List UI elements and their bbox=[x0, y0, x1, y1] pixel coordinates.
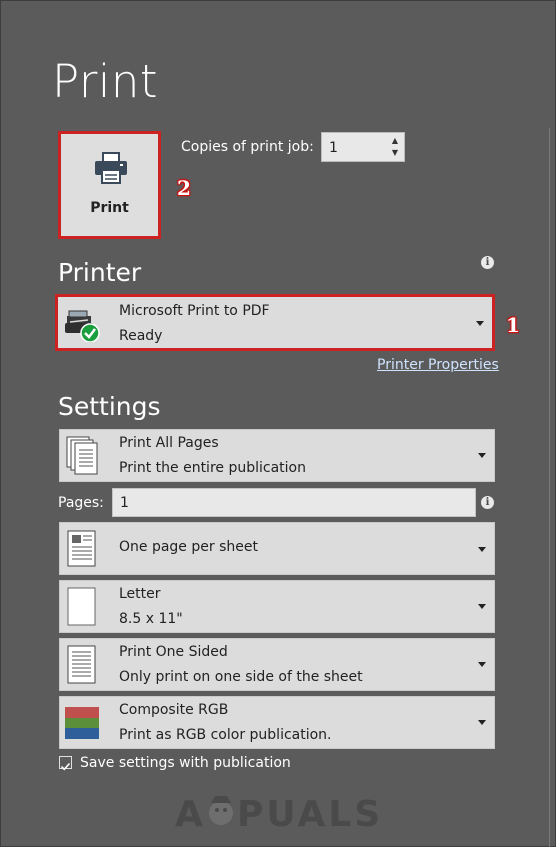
print-sides-select[interactable]: Print One Sided Only print on one side o… bbox=[59, 638, 495, 691]
paper-size-main: Letter bbox=[119, 586, 161, 602]
page-range-select[interactable]: Print All Pages Print the entire publica… bbox=[59, 429, 495, 482]
page-title: Print bbox=[52, 55, 159, 108]
svg-text:PUALS: PUALS bbox=[237, 794, 383, 835]
copies-stepper[interactable]: 1 ▲ ▼ bbox=[321, 132, 405, 162]
chevron-down-icon bbox=[476, 321, 484, 326]
page-range-sub: Print the entire publication bbox=[119, 460, 306, 476]
page-range-main: Print All Pages bbox=[119, 435, 219, 451]
color-swatch-icon bbox=[65, 707, 99, 739]
page-layout-icon bbox=[67, 530, 96, 567]
paper-size-select[interactable]: Letter 8.5 x 11" bbox=[59, 580, 495, 633]
copies-spin-buttons[interactable]: ▲ ▼ bbox=[390, 135, 400, 159]
chevron-down-icon bbox=[478, 453, 486, 458]
printer-heading: Printer bbox=[58, 258, 142, 287]
printer-icon bbox=[65, 310, 100, 342]
color-mode-select[interactable]: Composite RGB Print as RGB color publica… bbox=[59, 696, 495, 749]
printer-name: Microsoft Print to PDF bbox=[119, 303, 270, 319]
copies-label: Copies of print job: bbox=[181, 139, 314, 155]
watermark-logo: A PUALS bbox=[175, 794, 383, 835]
annotation-badge-2: 2 bbox=[177, 176, 191, 200]
annotation-badge-1: 1 bbox=[506, 313, 520, 337]
printer-properties-link[interactable]: Printer Properties bbox=[377, 357, 499, 373]
print-sides-sub: Only print on one side of the sheet bbox=[119, 669, 363, 685]
settings-heading: Settings bbox=[58, 392, 161, 421]
printer-status: Ready bbox=[119, 328, 163, 344]
pages-value: 1 bbox=[120, 495, 129, 511]
svg-text:A: A bbox=[175, 794, 206, 835]
chevron-down-icon bbox=[478, 604, 486, 609]
printer-icon bbox=[95, 152, 127, 184]
printer-select[interactable]: Microsoft Print to PDF Ready bbox=[55, 294, 495, 351]
layout-select[interactable]: One page per sheet bbox=[59, 522, 495, 575]
color-mode-sub: Print as RGB color publication. bbox=[119, 727, 332, 743]
info-icon[interactable]: i bbox=[481, 496, 494, 509]
print-button[interactable]: Print bbox=[58, 131, 161, 239]
pages-label: Pages: bbox=[58, 495, 104, 511]
paper-size-sub: 8.5 x 11" bbox=[119, 611, 183, 627]
copies-value: 1 bbox=[329, 140, 338, 156]
save-settings-checkbox[interactable] bbox=[59, 756, 72, 771]
print-sides-main: Print One Sided bbox=[119, 644, 228, 660]
chevron-down-icon bbox=[478, 720, 486, 725]
chevron-down-icon bbox=[478, 662, 486, 667]
chevron-down-icon bbox=[478, 547, 486, 552]
print-button-label: Print bbox=[90, 200, 129, 216]
color-mode-main: Composite RGB bbox=[119, 702, 229, 718]
save-settings-label: Save settings with publication bbox=[80, 755, 291, 771]
pages-input[interactable]: 1 bbox=[112, 488, 476, 517]
paper-icon bbox=[67, 587, 96, 626]
layout-main: One page per sheet bbox=[119, 539, 258, 555]
one-sided-page-icon bbox=[67, 645, 96, 684]
multiple-pages-icon bbox=[66, 436, 98, 475]
checkmark-icon bbox=[60, 762, 71, 771]
info-icon[interactable]: i bbox=[481, 256, 494, 269]
scroll-divider bbox=[549, 128, 550, 847]
